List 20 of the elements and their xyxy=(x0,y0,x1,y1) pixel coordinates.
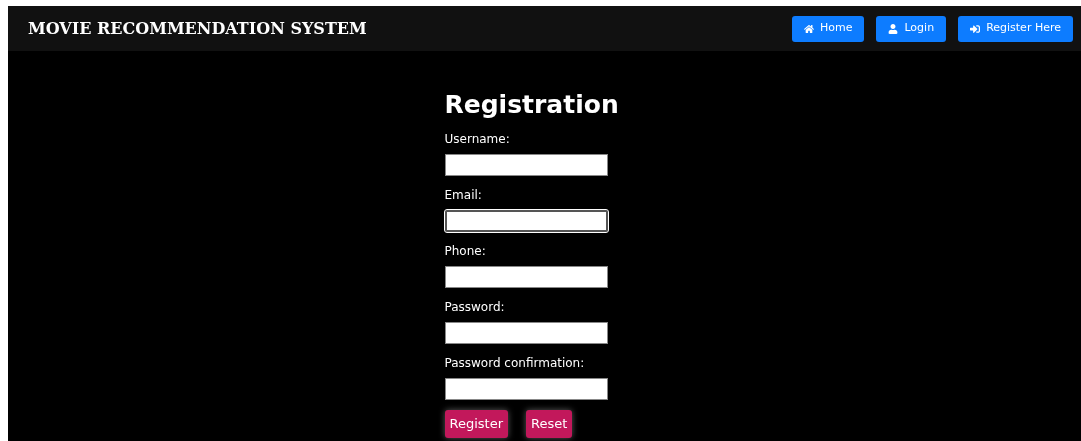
field-label: Password confirmation: xyxy=(444,355,586,371)
form-button[interactable]: Reset xyxy=(526,410,573,438)
nav-button[interactable]: Register Here xyxy=(958,15,1073,42)
input-field[interactable] xyxy=(444,154,608,176)
input-field[interactable] xyxy=(444,322,608,344)
field-label: Password: xyxy=(444,299,506,315)
home-icon xyxy=(803,23,814,34)
input-field[interactable] xyxy=(444,210,608,232)
brand-title: MOVIE RECOMMENDATION SYSTEM xyxy=(28,17,367,40)
form-button[interactable]: Register xyxy=(444,410,509,438)
form-title: Registration xyxy=(444,89,619,121)
field-label: Email: xyxy=(444,187,483,203)
user-icon xyxy=(888,23,899,34)
nav-button[interactable]: Home xyxy=(791,15,865,42)
sign-in-icon xyxy=(970,23,981,34)
nav-button[interactable]: Login xyxy=(876,15,947,42)
input-field[interactable] xyxy=(444,266,608,288)
field-label: Phone: xyxy=(444,243,487,259)
field-label: Username: xyxy=(444,131,511,147)
input-field[interactable] xyxy=(444,378,608,400)
